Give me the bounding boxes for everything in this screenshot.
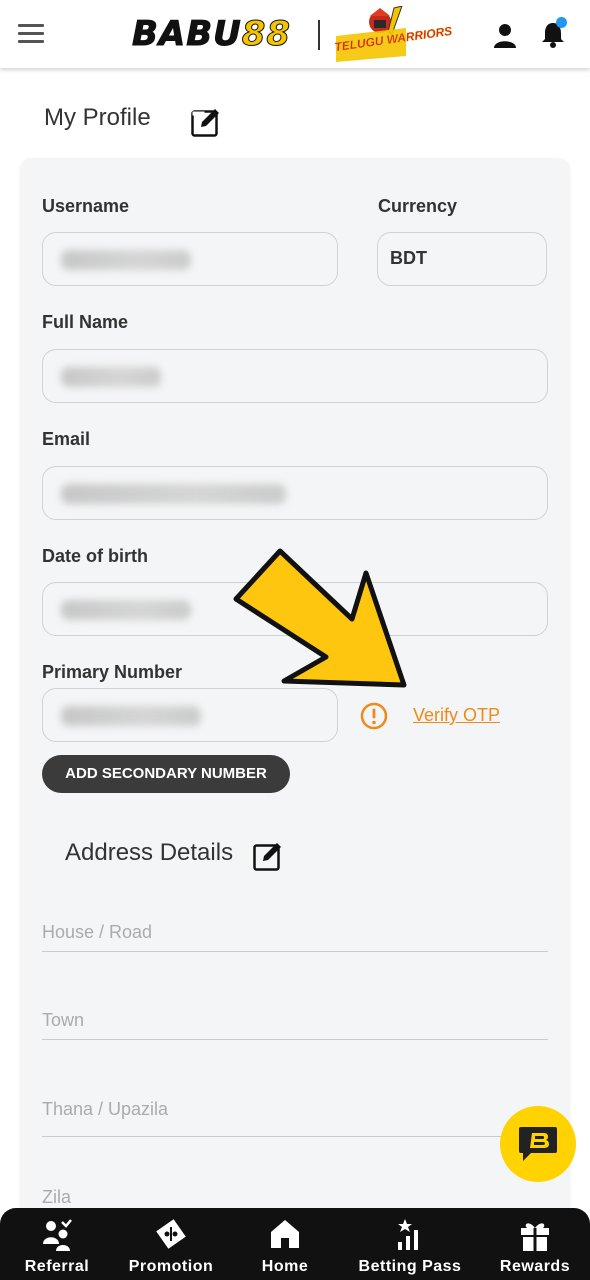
home-icon (271, 1220, 299, 1248)
username-label: Username (42, 196, 130, 216)
dob-value-redacted (61, 600, 191, 620)
nav-home[interactable]: Home (245, 1208, 325, 1280)
hamburger-menu-icon[interactable] (18, 24, 44, 44)
verify-otp-link[interactable]: Verify OTP (413, 705, 500, 726)
town-input[interactable]: Town (42, 1006, 548, 1040)
thana-upazila-input[interactable]: Thana / Upazila (42, 1095, 548, 1137)
add-secondary-number-button[interactable]: ADD SECONDARY NUMBER (42, 755, 290, 793)
chat-bubble-icon (519, 1127, 557, 1161)
edit-profile-icon[interactable] (190, 106, 222, 138)
logo-divider (318, 20, 320, 50)
logo-accent-text: 88 (241, 14, 292, 55)
address-details-title: Address Details (65, 839, 234, 866)
primary-number-field[interactable] (42, 688, 338, 742)
user-account-icon[interactable] (492, 22, 518, 48)
promotion-tag-icon (156, 1219, 186, 1249)
username-field[interactable] (42, 232, 338, 286)
nav-betting-pass[interactable]: Betting Pass (350, 1208, 470, 1280)
house-road-placeholder: House / Road (42, 922, 153, 942)
profile-title: My Profile (44, 104, 151, 131)
annotation-arrow-icon (233, 548, 407, 688)
notification-badge-dot (556, 17, 567, 28)
live-chat-button[interactable] (500, 1106, 576, 1182)
primary-number-value-redacted (61, 706, 201, 726)
brand-logo[interactable]: BABU88 (132, 14, 292, 55)
currency-field[interactable]: BDT (377, 232, 547, 286)
dob-label: Date of birth (42, 546, 148, 566)
email-value-redacted (61, 484, 286, 504)
warning-icon (360, 702, 388, 730)
nav-home-label: Home (261, 1258, 309, 1275)
nav-promotion-label: Promotion (128, 1258, 214, 1275)
email-label: Email (42, 429, 91, 449)
town-placeholder: Town (42, 1010, 85, 1030)
nav-betting-pass-label: Betting Pass (358, 1258, 462, 1275)
referral-icon (43, 1219, 72, 1251)
edit-address-icon[interactable] (252, 840, 284, 872)
username-value-redacted (61, 250, 191, 270)
nav-referral[interactable]: Referral (12, 1208, 102, 1280)
logo-main-text: BABU (132, 14, 242, 55)
currency-label: Currency (378, 196, 458, 216)
zila-placeholder: Zila (42, 1187, 72, 1207)
house-road-input[interactable]: House / Road (42, 918, 548, 952)
currency-value: BDT (390, 248, 427, 268)
gift-icon (521, 1223, 549, 1251)
fullname-field[interactable] (42, 349, 548, 403)
betting-pass-icon (398, 1219, 418, 1250)
nav-promotion[interactable]: Promotion (122, 1208, 220, 1280)
primary-number-label: Primary Number (42, 662, 183, 682)
bottom-navigation: Referral Promotion Home Betting Pass Rew… (0, 1208, 590, 1280)
fullname-value-redacted (61, 367, 161, 387)
fullname-label: Full Name (42, 312, 129, 332)
nav-rewards-label: Rewards (499, 1258, 571, 1275)
nav-rewards[interactable]: Rewards (492, 1208, 578, 1280)
top-bar: BABU88 TELUGU WARRIORS (0, 0, 590, 68)
email-field[interactable] (42, 466, 548, 520)
thana-upazila-placeholder: Thana / Upazila (42, 1099, 169, 1119)
nav-referral-label: Referral (24, 1258, 90, 1275)
